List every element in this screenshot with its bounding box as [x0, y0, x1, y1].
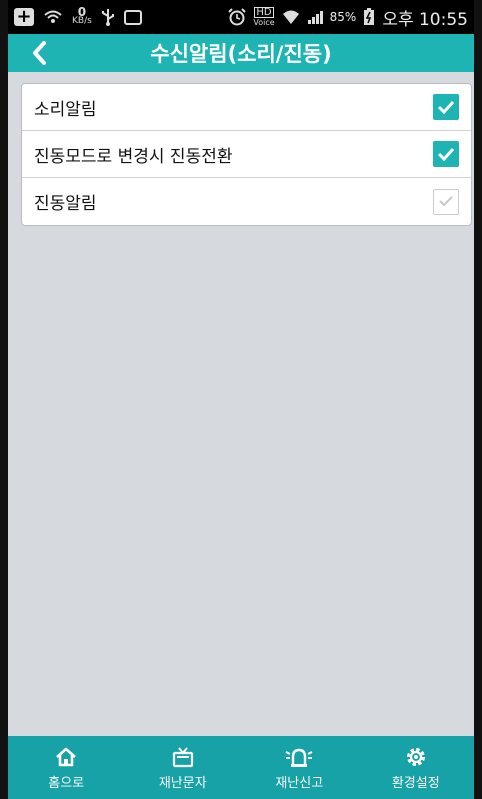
- check-icon: [439, 196, 453, 207]
- app-bar: 수신알림(소리/진동): [8, 34, 474, 72]
- tv-icon: [172, 745, 194, 769]
- plus-icon: +: [14, 8, 34, 26]
- setting-vibration-alert[interactable]: 진동알림: [22, 178, 471, 225]
- network-speed-unit: KB/s: [72, 16, 92, 26]
- battery-icon: [363, 8, 375, 26]
- nav-home[interactable]: 홈으로: [8, 736, 125, 799]
- setting-label: 진동모드로 변경시 진동전환: [34, 146, 233, 167]
- nav-label: 재난문자: [158, 775, 207, 791]
- vibration-alert-checkbox[interactable]: [433, 188, 459, 215]
- setting-sound-alert[interactable]: 소리알림: [22, 84, 471, 131]
- home-icon: [55, 745, 77, 769]
- gear-icon: [405, 745, 427, 769]
- usb-icon: [101, 8, 115, 26]
- clock: 오후 10:55: [382, 9, 468, 30]
- status-bar: + 0 KB/s HD Voice 85% 오후 10:55: [8, 0, 474, 34]
- hd-label: HD: [254, 7, 274, 18]
- settings-list: 소리알림 진동모드로 변경시 진동전환 진동알림: [21, 83, 472, 226]
- chevron-left-icon: [33, 41, 46, 65]
- device-frame-right: [474, 0, 482, 799]
- alarm-icon: [228, 8, 247, 26]
- back-button[interactable]: [26, 40, 52, 66]
- wifi-icon: [282, 9, 300, 25]
- nav-label: 홈으로: [48, 775, 85, 791]
- check-icon: [437, 100, 455, 114]
- image-icon: [123, 9, 142, 25]
- signal-icon: [307, 9, 323, 25]
- setting-label: 진동알림: [34, 194, 97, 214]
- screen: + 0 KB/s HD Voice 85% 오후 10:55 수신알림(소리/진…: [8, 0, 474, 799]
- wifi-hotspot-icon: [43, 9, 63, 25]
- page-title: 수신알림(소리/진동): [150, 42, 332, 66]
- device-frame-left: [0, 0, 8, 799]
- voice-label: Voice: [253, 18, 275, 27]
- network-speed: 0 KB/s: [72, 6, 92, 26]
- hd-voice-icon: HD Voice: [253, 7, 275, 27]
- bottom-nav: 홈으로 재난문자 재난신고 환경설정: [8, 736, 474, 799]
- nav-label: 재난신고: [275, 775, 324, 791]
- check-icon: [437, 147, 455, 161]
- sound-alert-checkbox[interactable]: [433, 94, 459, 120]
- setting-label: 소리알림: [34, 99, 97, 120]
- setting-vibrate-mode-switch[interactable]: 진동모드로 변경시 진동전환: [22, 131, 471, 178]
- vibrate-mode-checkbox[interactable]: [433, 141, 459, 167]
- nav-label: 환경설정: [391, 775, 440, 791]
- nav-settings[interactable]: 환경설정: [358, 736, 475, 799]
- battery-percent: 85%: [329, 10, 357, 24]
- nav-disaster-message[interactable]: 재난문자: [125, 736, 242, 799]
- siren-icon: [285, 745, 313, 769]
- nav-disaster-report[interactable]: 재난신고: [241, 736, 358, 799]
